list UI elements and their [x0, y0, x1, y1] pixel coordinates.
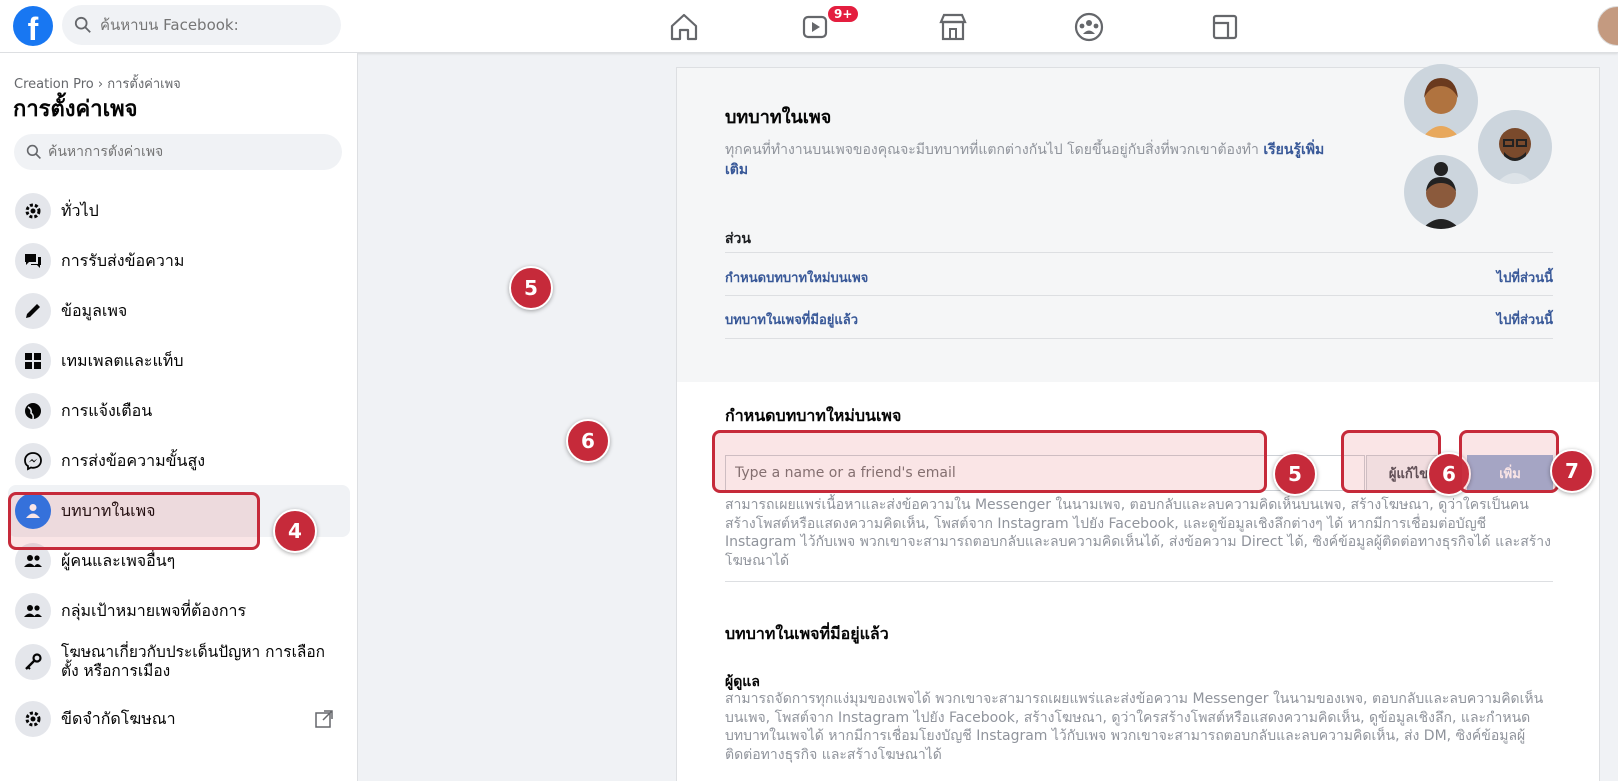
step-marker: 5 — [509, 266, 553, 310]
page-roles-title: บทบาทในเพจ — [725, 107, 832, 128]
sidebar-item-preferred-audience[interactable]: กลุ่มเป้าหมายเพจที่ต้องการ — [8, 585, 350, 637]
sidebar-item-templates-tabs[interactable]: เทมเพลตและแท็บ — [8, 335, 350, 387]
go-to-section-link[interactable]: ไปที่ส่วนนี้ — [1497, 309, 1553, 330]
groups-icon[interactable] — [1072, 10, 1106, 44]
sidebar-item-label: โฆษณาเกี่ยวกับประเด็นปัญหา การเลือกตั้ง … — [61, 643, 326, 680]
avatar-illustration — [1404, 64, 1478, 138]
marketplace-icon[interactable] — [936, 10, 970, 44]
sidebar-item-label: การรับส่งข้อความ — [61, 250, 185, 270]
step-marker: 4 — [273, 509, 317, 553]
messenger-icon — [15, 443, 51, 479]
top-navbar: f 9+ — [0, 0, 1618, 53]
sidebar-item-general[interactable]: ทั่วไป — [8, 185, 350, 237]
sidebar-item-page-info[interactable]: ข้อมูลเพจ — [8, 285, 350, 337]
step-marker: 7 — [1550, 449, 1594, 493]
settings-search[interactable] — [14, 134, 342, 170]
external-link-icon — [315, 710, 333, 728]
highlight-box — [712, 430, 1267, 493]
people-icon — [15, 593, 51, 629]
sidebar-item-label: การส่งข้อความขั้นสูง — [61, 450, 206, 470]
sidebar-item-label: เทมเพลตและแท็บ — [61, 350, 184, 370]
chat-icon — [15, 243, 51, 279]
page-roles-intro-card: บทบาทในเพจ ทุกคนที่ทำงานบนเพจของคุณจะมีบ… — [676, 64, 1600, 382]
sidebar-item-political-ads[interactable]: โฆษณาเกี่ยวกับประเด็นปัญหา การเลือกตั้ง … — [8, 632, 350, 692]
avatar-illustration — [1478, 110, 1552, 184]
step-marker: 6 — [566, 419, 610, 463]
search-icon — [26, 144, 41, 159]
divider — [725, 338, 1553, 339]
pencil-icon — [15, 293, 51, 329]
gaming-icon[interactable] — [1208, 10, 1242, 44]
settings-sidebar: Creation Pro › การตั้งค่าเพจ การตั้งค่าเ… — [0, 53, 358, 781]
highlight-box — [8, 492, 260, 550]
sidebar-item-notifications[interactable]: การแจ้งเตือน — [8, 385, 350, 437]
sidebar-item-label: ทั่วไป — [61, 200, 99, 220]
facebook-search-input[interactable] — [100, 16, 320, 34]
sidebar-item-label: ผู้คนและเพจอื่นๆ — [61, 550, 176, 570]
video-notification-badge: 9+ — [826, 4, 861, 24]
page-roles-description: ทุกคนที่ทำงานบนเพจของคุณจะมีบทบาทที่แตกต… — [725, 142, 1325, 178]
admin-role-description: สามารถจัดการทุกแง่มุมของเพจได้ พวกเขาจะส… — [725, 691, 1544, 763]
facebook-logo[interactable]: f — [13, 6, 53, 46]
divider — [725, 581, 1553, 582]
sidebar-item-label: การแจ้งเตือน — [61, 400, 153, 420]
step-marker: 5 — [1273, 452, 1317, 496]
divider — [725, 295, 1553, 296]
sidebar-item-ad-limits[interactable]: ขีดจำกัดโฆษณา — [8, 693, 350, 745]
existing-roles-link[interactable]: บทบาทในเพจที่มีอยู่แล้ว — [725, 309, 858, 330]
key-icon — [15, 644, 51, 680]
home-icon[interactable] — [667, 10, 701, 44]
sidebar-item-label: ขีดจำกัดโฆษณา — [61, 708, 176, 728]
sidebar-item-advanced-messaging[interactable]: การส่งข้อความขั้นสูง — [8, 435, 350, 487]
highlight-box — [1341, 430, 1441, 493]
assign-role-title: กำหนดบทบาทใหม่บนเพจ — [725, 406, 902, 425]
grid-icon — [15, 343, 51, 379]
globe-icon — [15, 393, 51, 429]
settings-search-input[interactable] — [48, 144, 328, 160]
facebook-search[interactable] — [62, 5, 341, 45]
gear-icon — [15, 701, 51, 737]
page-title: การตั้งค่าเพจ — [13, 97, 138, 122]
sidebar-item-label: ข้อมูลเพจ — [61, 300, 128, 320]
go-to-section-link[interactable]: ไปที่ส่วนนี้ — [1497, 267, 1553, 288]
sidebar-item-messaging[interactable]: การรับส่งข้อความ — [8, 235, 350, 287]
highlight-box — [1459, 430, 1559, 493]
existing-roles-title: บทบาทในเพจที่มีอยู่แล้ว — [725, 624, 889, 643]
sidebar-item-label: กลุ่มเป้าหมายเพจที่ต้องการ — [61, 600, 247, 620]
avatar-illustration — [1404, 155, 1478, 229]
assign-new-role-link[interactable]: กำหนดบทบาทใหม่บนเพจ — [725, 267, 868, 288]
sections-label: ส่วน — [725, 231, 751, 247]
profile-avatar[interactable] — [1597, 6, 1618, 46]
divider — [725, 252, 1553, 253]
search-icon — [74, 16, 91, 33]
gear-icon — [15, 193, 51, 229]
editor-role-description: สามารถเผยแพร่เนื้อหาและส่งข้อความใน Mess… — [725, 497, 1551, 569]
